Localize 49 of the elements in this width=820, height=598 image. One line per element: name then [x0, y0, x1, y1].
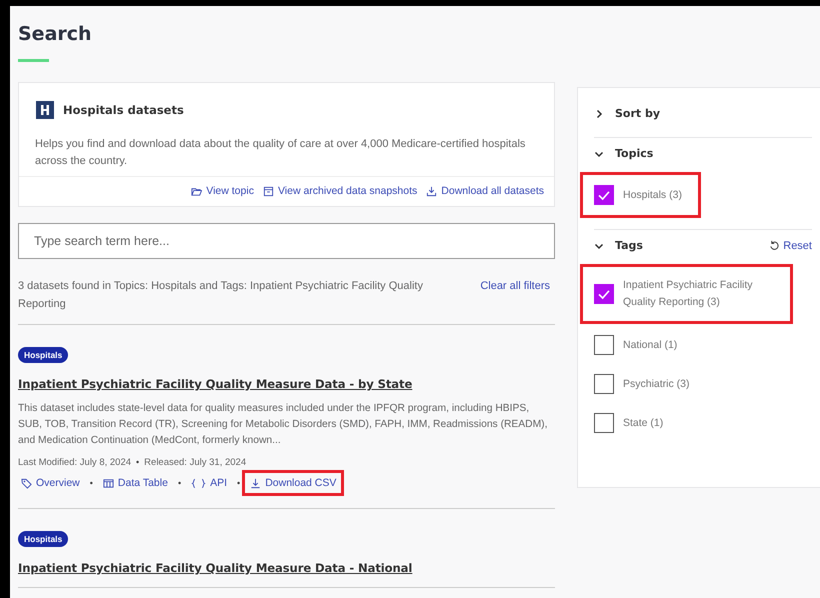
filter-option[interactable]: Hospitals (3)	[580, 172, 701, 218]
dataset-title-link[interactable]: Inpatient Psychiatric Facility Quality Measure Data - National	[18, 561, 412, 575]
topic-link[interactable]: View topic	[191, 185, 254, 197]
dataset-link[interactable]: Data Table	[94, 470, 176, 496]
section-toggle[interactable]: Tags	[594, 234, 643, 257]
title-underline	[18, 59, 49, 62]
folder-icon	[191, 186, 202, 196]
topic-tag: Hospitals	[18, 531, 68, 547]
separator-dot: •	[178, 478, 182, 488]
reset-link[interactable]: Reset	[769, 240, 812, 252]
clear-filters-link[interactable]: Clear all filters	[480, 277, 550, 313]
dataset-description: This dataset includes state-level data for quality measures included under the IPFQR program, including HBIPS, SUB, TOB, Transition Record (TR), Screening for Metabolic Disorders (SMD), FAPH, IMM, Readmissions (READM), and Medication Continuation (MedCont, formerly known...	[18, 402, 548, 448]
topic-link[interactable]: Download all datasets	[426, 185, 544, 197]
table-icon	[102, 478, 114, 488]
card-description: Helps you find and download data about the quality of care at over 4,000 Medicare-certified hospitals across the country.	[19, 136, 554, 177]
section-toggle[interactable]: Topics	[594, 142, 654, 165]
dataset-link[interactable]: Download CSV	[242, 470, 344, 496]
tag-icon	[21, 478, 32, 488]
separator-dot: •	[90, 478, 93, 488]
filter-option[interactable]: Psychiatric (3)	[580, 366, 709, 402]
archive-icon	[262, 186, 274, 196]
download-icon	[426, 186, 438, 196]
dataset-link[interactable]: API	[183, 470, 236, 496]
download-icon	[250, 478, 262, 488]
filter-option[interactable]: Inpatient Psychiatric Facility Quality Reporting (3)	[580, 264, 793, 324]
topic-tag: Hospitals	[18, 347, 68, 363]
dataset-title-link[interactable]: Inpatient Psychiatric Facility Quality Measure Data - by State	[18, 377, 412, 391]
filter-option[interactable]: State (1)	[580, 405, 682, 441]
section-toggle[interactable]: Sort by	[594, 102, 660, 125]
checkbox[interactable]	[594, 185, 614, 205]
card-title: Hospitals datasets	[63, 103, 184, 117]
results-summary: 3 datasets found in Topics: Hospitals and Tags: Inpatient Psychiatric Facility Quality Reporting	[18, 279, 424, 312]
date-text: Released: July 31, 2024	[144, 457, 246, 468]
page-title: Search	[18, 23, 93, 45]
reset-icon	[769, 240, 780, 251]
search-field[interactable]: Type search term here...	[18, 223, 555, 259]
hospital-icon	[36, 101, 54, 119]
chevron-icon	[594, 108, 604, 118]
checkbox[interactable]	[594, 374, 614, 394]
filter-option[interactable]: National (1)	[580, 327, 696, 363]
checkbox[interactable]	[594, 335, 614, 355]
topic-link[interactable]: View archived data snapshots	[262, 185, 418, 197]
dataset-link[interactable]: Overview	[13, 470, 88, 496]
separator-dot: •	[237, 478, 240, 488]
braces-icon	[191, 478, 206, 488]
separator-dot: •	[136, 457, 140, 468]
checkbox[interactable]	[594, 284, 614, 304]
date-text: Last Modified: July 8, 2024	[18, 457, 132, 468]
checkbox[interactable]	[594, 413, 614, 433]
